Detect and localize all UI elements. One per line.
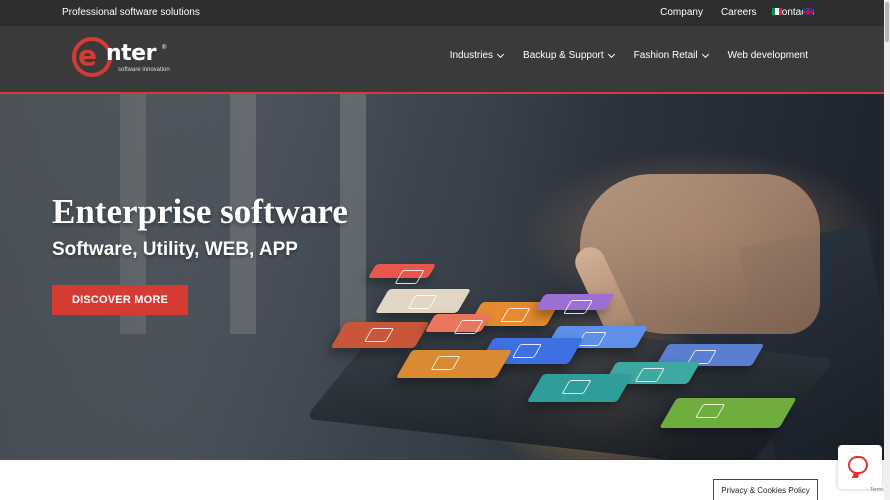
nav-item-label: Industries [449, 50, 494, 61]
chat-caption: - Terms [870, 481, 884, 493]
app-tile-icon [330, 322, 430, 348]
app-tile-icon [395, 350, 513, 378]
nav-item-fashion-retail[interactable]: Fashion Retail [633, 50, 709, 61]
chevron-down-icon [497, 50, 505, 58]
nav-item-label: Web development [727, 50, 808, 61]
logo-subtitle: software innovation [118, 67, 170, 73]
company-link[interactable]: Company [660, 7, 703, 18]
app-tile-icon [375, 289, 471, 313]
logo-registered: ® [162, 45, 167, 51]
chevron-down-icon [607, 50, 615, 58]
nav-item-web-development[interactable]: Web development [728, 50, 808, 61]
scrollbar-thumb[interactable] [885, 2, 889, 42]
chat-widget[interactable]: - Terms [838, 445, 884, 493]
hero-banner: Enterprise software Software, Utility, W… [0, 94, 884, 460]
english-flag-icon[interactable] [803, 8, 813, 15]
chevron-down-icon [701, 50, 709, 58]
app-tile-icon [424, 314, 492, 332]
careers-link[interactable]: Careers [721, 7, 757, 18]
app-tile-icon [367, 264, 437, 278]
italian-flag-icon[interactable] [772, 8, 782, 15]
nav-item-label: Backup & Support [523, 50, 604, 61]
app-tile-icon [659, 398, 797, 428]
hero-subtitle: Software, Utility, WEB, APP [52, 239, 298, 260]
enter-logo[interactable]: e nter ® software innovation [72, 37, 172, 81]
top-bar: Professional software solutions Company … [0, 0, 884, 26]
app-tile-icon [526, 374, 634, 402]
privacy-cookies-button[interactable]: Privacy & Cookies Policy [713, 479, 818, 500]
discover-more-button[interactable]: DISCOVER MORE [52, 285, 188, 315]
logo-letter: e [78, 39, 97, 72]
chat-bubble-icon [848, 456, 868, 474]
main-nav: Industries Backup & Support Fashion Reta… [450, 50, 808, 61]
logo-word: nter [106, 41, 156, 66]
nav-item-label: Fashion Retail [633, 50, 698, 61]
tagline: Professional software solutions [62, 7, 200, 18]
scrollbar[interactable] [884, 0, 890, 500]
app-tile-icon [535, 294, 615, 310]
main-header: e nter ® software innovation Industries … [0, 26, 884, 92]
hero-title: Enterprise software [52, 192, 348, 231]
nav-item-industries[interactable]: Industries [449, 50, 505, 61]
nav-item-backup-support[interactable]: Backup & Support [523, 50, 615, 61]
top-links: Company Careers Contacts [660, 7, 814, 18]
